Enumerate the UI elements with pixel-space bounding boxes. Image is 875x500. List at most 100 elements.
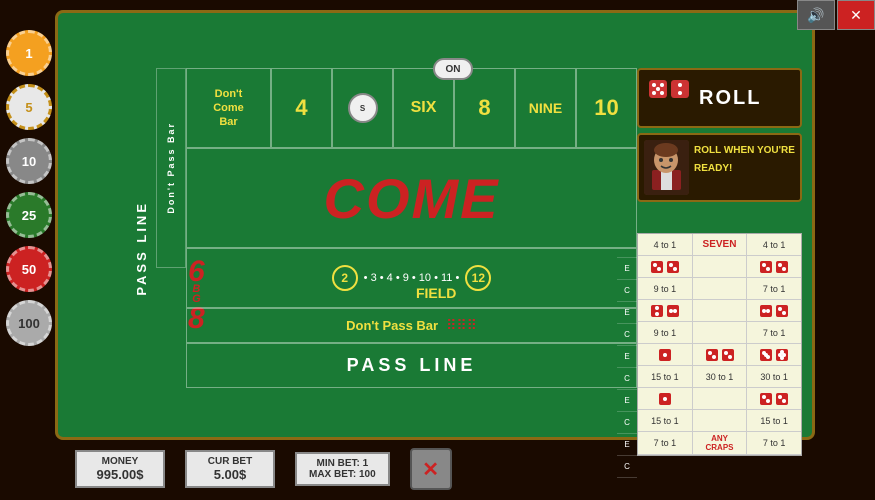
dealer-avatar bbox=[644, 140, 689, 195]
payout-dice-8-2 bbox=[693, 388, 748, 409]
payout-dice-8-1 bbox=[638, 388, 693, 409]
cur-bet-value: 5.00$ bbox=[199, 467, 261, 482]
volume-button[interactable]: 🔊 bbox=[797, 0, 835, 30]
payout-cell-9-3: 15 to 1 bbox=[747, 410, 801, 431]
max-bet-label: MAX BET: 100 bbox=[309, 469, 376, 480]
payout-cell-3-2 bbox=[693, 278, 748, 299]
number-nine[interactable]: NINE bbox=[515, 68, 576, 148]
money-value: 995.00$ bbox=[89, 467, 151, 482]
payout-row-4 bbox=[638, 300, 801, 322]
pass-line-bottom[interactable]: PASS LINE bbox=[186, 343, 637, 388]
numbers-row: 4 S SIX 8 NINE 10 bbox=[271, 68, 637, 148]
close-icon: ✕ bbox=[850, 7, 862, 24]
close-button[interactable]: ✕ bbox=[837, 0, 875, 30]
roll-label: ROLL bbox=[699, 87, 761, 110]
volume-icon: 🔊 bbox=[807, 7, 824, 24]
pass-line-bottom-label: PASS LINE bbox=[347, 355, 477, 376]
payout-cell-1-3: 4 to 1 bbox=[747, 234, 801, 255]
dice-roll-icon bbox=[647, 78, 691, 118]
come-area[interactable]: COME bbox=[186, 148, 637, 248]
field-label: FIELD bbox=[416, 285, 456, 303]
payout-dice-6-2 bbox=[693, 344, 748, 365]
dealer-area: ROLL WHEN YOU'RE READY! bbox=[637, 133, 802, 202]
info-bar: MONEY 995.00$ CUR BET 5.00$ MIN BET: 1 M… bbox=[55, 448, 875, 490]
chips-sidebar: 1 5 10 25 50 100 bbox=[0, 30, 58, 346]
payout-row-7: 15 to 1 30 to 1 30 to 1 bbox=[638, 366, 801, 388]
payout-table: 4 to 1 SEVEN 4 to 1 9 to 1 7 to 1 bbox=[637, 233, 802, 456]
dont-come-bar-label: Don'tComeBar bbox=[213, 87, 244, 130]
chip-50[interactable]: 50 bbox=[6, 246, 52, 292]
field-dots: • 3 • 4 • 9 • 10 • 11 • bbox=[364, 272, 460, 284]
number-10[interactable]: 10 bbox=[576, 68, 637, 148]
cur-bet-label: CUR BET bbox=[199, 456, 261, 467]
chip-5[interactable]: 5 bbox=[6, 84, 52, 130]
payout-cell-3-3: 7 to 1 bbox=[747, 278, 801, 299]
payout-dice-2-2 bbox=[693, 256, 748, 277]
payout-cell-3-1: 9 to 1 bbox=[638, 278, 693, 299]
payout-cell-7-1: 15 to 1 bbox=[638, 366, 693, 387]
payout-cell-9-2 bbox=[693, 410, 748, 431]
on-button[interactable]: ON bbox=[433, 58, 473, 80]
payout-cell-5-3: 7 to 1 bbox=[747, 322, 801, 343]
chip-100[interactable]: 100 bbox=[6, 300, 52, 346]
field-area[interactable]: 2 • 3 • 4 • 9 • 10 • 11 • 12 FIELD bbox=[186, 248, 637, 308]
ec-column: E C E C E C E C E C bbox=[617, 233, 637, 478]
payout-cell-5-2 bbox=[693, 322, 748, 343]
dont-come-bar: Don'tComeBar bbox=[186, 68, 271, 148]
payout-row-6 bbox=[638, 344, 801, 366]
cur-bet-box: CUR BET 5.00$ bbox=[185, 450, 275, 488]
top-bar: 🔊 ✕ bbox=[797, 0, 875, 30]
chip-1[interactable]: 1 bbox=[6, 30, 52, 76]
dont-pass-dice: ⠿⠿⠿ bbox=[446, 317, 477, 334]
payout-dice-4-3 bbox=[747, 300, 801, 321]
payout-row-9: 15 to 1 15 to 1 bbox=[638, 410, 801, 432]
dice-face-1 bbox=[649, 80, 667, 98]
payout-dice-8-3 bbox=[747, 388, 801, 409]
ec-e-3: E bbox=[617, 346, 637, 368]
number-4[interactable]: 4 bbox=[271, 68, 332, 148]
payout-row-5: 9 to 1 7 to 1 bbox=[638, 322, 801, 344]
money-label: MONEY bbox=[89, 456, 151, 467]
payout-cell-7-2: 30 to 1 bbox=[693, 366, 748, 387]
number-5[interactable]: S bbox=[332, 68, 393, 148]
payout-row-2 bbox=[638, 256, 801, 278]
ec-c-1: C bbox=[617, 280, 637, 302]
number-six[interactable]: SIX bbox=[393, 68, 454, 148]
payout-cell-9-1: 15 to 1 bbox=[638, 410, 693, 431]
dealer-speech-bubble: ROLL WHEN YOU'RE READY! bbox=[694, 140, 795, 176]
payout-cell-1-2: SEVEN bbox=[693, 234, 748, 255]
payout-dice-2-3 bbox=[747, 256, 801, 277]
delete-icon: ✕ bbox=[422, 457, 439, 482]
payout-dice-6-1 bbox=[638, 344, 693, 365]
dice-face-2 bbox=[671, 80, 689, 98]
ec-c-3: C bbox=[617, 368, 637, 390]
number-8[interactable]: 8 bbox=[454, 68, 515, 148]
payout-cell-5-1: 9 to 1 bbox=[638, 322, 693, 343]
delete-button[interactable]: ✕ bbox=[410, 448, 452, 490]
ec-e-1: E bbox=[617, 258, 637, 280]
dont-pass-label: Don't Pass Bar bbox=[346, 318, 438, 333]
bet-limits-box: MIN BET: 1 MAX BET: 100 bbox=[295, 452, 390, 486]
ec-e-4: E bbox=[617, 390, 637, 412]
ec-c-2: C bbox=[617, 324, 637, 346]
roll-button[interactable]: ROLL bbox=[637, 68, 802, 128]
payout-dice-6-3 bbox=[747, 344, 801, 365]
payout-row-1: 4 to 1 SEVEN 4 to 1 bbox=[638, 234, 801, 256]
payout-row-3: 9 to 1 7 to 1 bbox=[638, 278, 801, 300]
dont-pass-bar-vertical-label: Don't Pass Bar bbox=[166, 122, 176, 214]
table-area: PASS LINE Don't Pass Bar Don'tComeBar ON… bbox=[55, 10, 815, 440]
dont-pass-bar-vertical: Don't Pass Bar bbox=[156, 68, 186, 268]
ec-e-2: E bbox=[617, 302, 637, 324]
payout-dice-4-1 bbox=[638, 300, 693, 321]
chip-10[interactable]: 10 bbox=[6, 138, 52, 184]
payout-row-8 bbox=[638, 388, 801, 410]
dont-pass-bar-bottom[interactable]: Don't Pass Bar ⠿⠿⠿ bbox=[186, 308, 637, 343]
field-circle-2: 2 bbox=[332, 265, 358, 291]
payout-dice-4-2 bbox=[693, 300, 748, 321]
dealer-speech: ROLL WHEN YOU'RE READY! bbox=[694, 145, 795, 174]
payout-dice-2-1 bbox=[638, 256, 693, 277]
chip-25[interactable]: 25 bbox=[6, 192, 52, 238]
puck: S bbox=[348, 93, 378, 123]
pass-line-vertical-label: PASS LINE bbox=[134, 201, 149, 296]
money-box: MONEY 995.00$ bbox=[75, 450, 165, 488]
